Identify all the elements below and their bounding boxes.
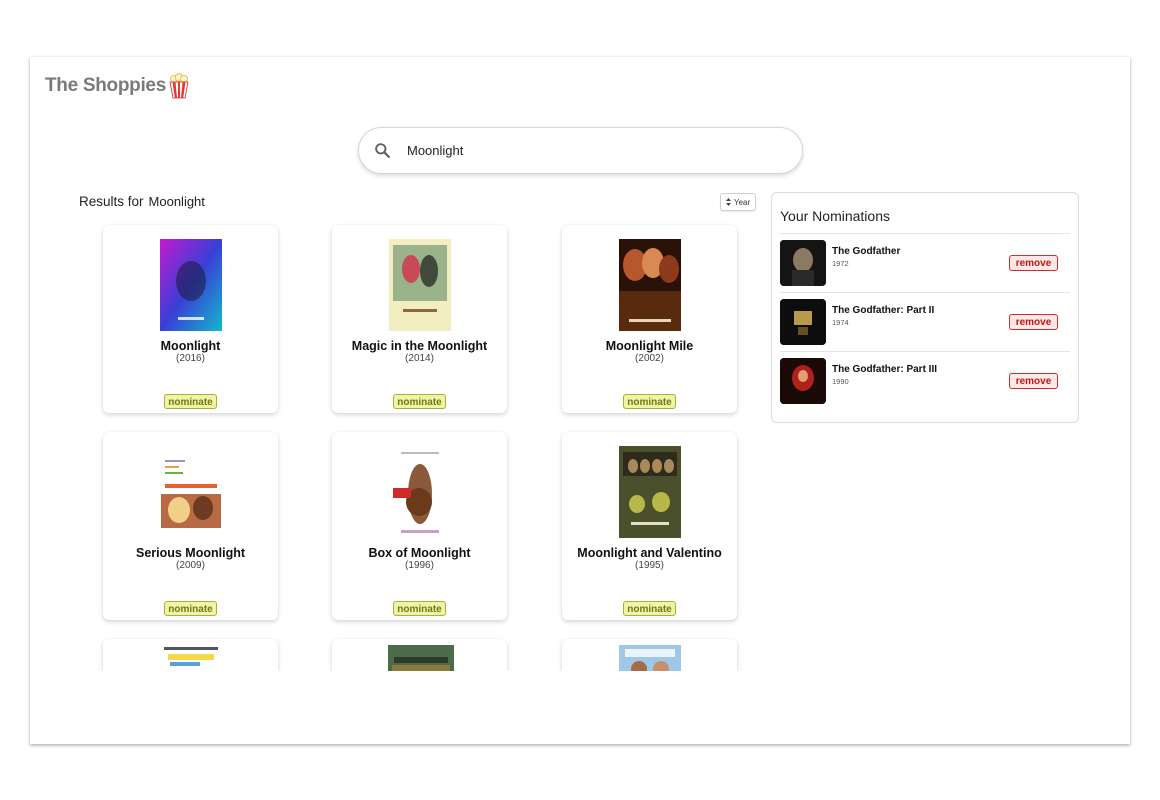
nomination-poster [780, 299, 826, 345]
results-grid: Moonlight (2016) nominate Magic in the M… [30, 217, 770, 671]
movie-year: (2016) [176, 353, 205, 364]
movie-card: Moonlight (2016) nominate [103, 225, 278, 413]
nomination-poster [780, 240, 826, 286]
movie-poster [619, 645, 681, 671]
results-heading: Results for Moonlight [79, 194, 205, 209]
nomination-title: The Godfather: Part III [832, 364, 938, 375]
sort-year-button[interactable]: Year [720, 193, 757, 211]
divider [780, 351, 1070, 352]
remove-button[interactable]: remove [1009, 255, 1058, 271]
nominate-button[interactable]: nominate [164, 394, 217, 409]
movie-poster [159, 446, 223, 538]
nominate-button[interactable]: nominate [164, 601, 217, 616]
search-bar[interactable] [358, 127, 803, 174]
app-window: The Shoppies Results for Moonlight Year [30, 57, 1130, 744]
divider [780, 292, 1070, 293]
movie-title: Serious Moonlight [135, 546, 246, 560]
movie-title: Moonlight and Valentino [577, 546, 722, 560]
movie-card [332, 639, 507, 671]
movie-title: Magic in the Moonlight [351, 339, 488, 353]
nomination-poster [780, 358, 826, 404]
movie-poster [619, 239, 681, 331]
search-icon[interactable] [374, 142, 391, 159]
sort-icon [726, 198, 731, 206]
movie-poster [160, 645, 222, 671]
movie-year: (2009) [176, 560, 205, 571]
movie-card [103, 639, 278, 671]
nominate-button[interactable]: nominate [393, 394, 446, 409]
nominations-panel: Your Nominations The Godfather 1972 remo… [771, 192, 1079, 423]
movie-title: Moonlight Mile [605, 339, 694, 353]
movie-card: Magic in the Moonlight (2014) nominate [332, 225, 507, 413]
sort-label: Year [734, 197, 751, 207]
divider [780, 233, 1070, 234]
nomination-year: 1974 [832, 318, 849, 327]
nomination-title: The Godfather [832, 246, 901, 257]
nomination-year: 1990 [832, 377, 849, 386]
movie-poster [160, 239, 222, 331]
movie-card: Moonlight and Valentino (1995) nominate [562, 432, 737, 620]
movie-year: (1995) [635, 560, 664, 571]
nomination-item: The Godfather: Part III 1990 remove [780, 354, 1070, 404]
movie-year: (2014) [405, 353, 434, 364]
movie-year: (2002) [635, 353, 664, 364]
nominations-title: Your Nominations [780, 208, 890, 224]
movie-poster [619, 446, 681, 538]
movie-card: Box of Moonlight (1996) nominate [332, 432, 507, 620]
nomination-item: The Godfather 1972 remove [780, 236, 1070, 286]
brand: The Shoppies [45, 72, 190, 100]
app-title: The Shoppies [45, 75, 166, 96]
movie-title: Box of Moonlight [368, 546, 471, 560]
movie-year: (1996) [405, 560, 434, 571]
remove-button[interactable]: remove [1009, 314, 1058, 330]
popcorn-icon [169, 73, 189, 99]
remove-button[interactable]: remove [1009, 373, 1058, 389]
movie-poster [389, 239, 451, 331]
movie-poster [388, 645, 454, 671]
search-input[interactable] [405, 142, 769, 159]
nomination-year: 1972 [832, 259, 849, 268]
results-label: Results for [79, 194, 144, 209]
movie-title: Moonlight [160, 339, 221, 353]
nominate-button[interactable]: nominate [393, 601, 446, 616]
nomination-item: The Godfather: Part II 1974 remove [780, 295, 1070, 345]
nomination-title: The Godfather: Part II [832, 305, 935, 316]
movie-card [562, 639, 737, 671]
results-term: Moonlight [148, 194, 205, 209]
movie-poster [389, 446, 451, 538]
movie-card: Moonlight Mile (2002) nominate [562, 225, 737, 413]
nominate-button[interactable]: nominate [623, 394, 676, 409]
movie-card: Serious Moonlight (2009) nominate [103, 432, 278, 620]
nominate-button[interactable]: nominate [623, 601, 676, 616]
